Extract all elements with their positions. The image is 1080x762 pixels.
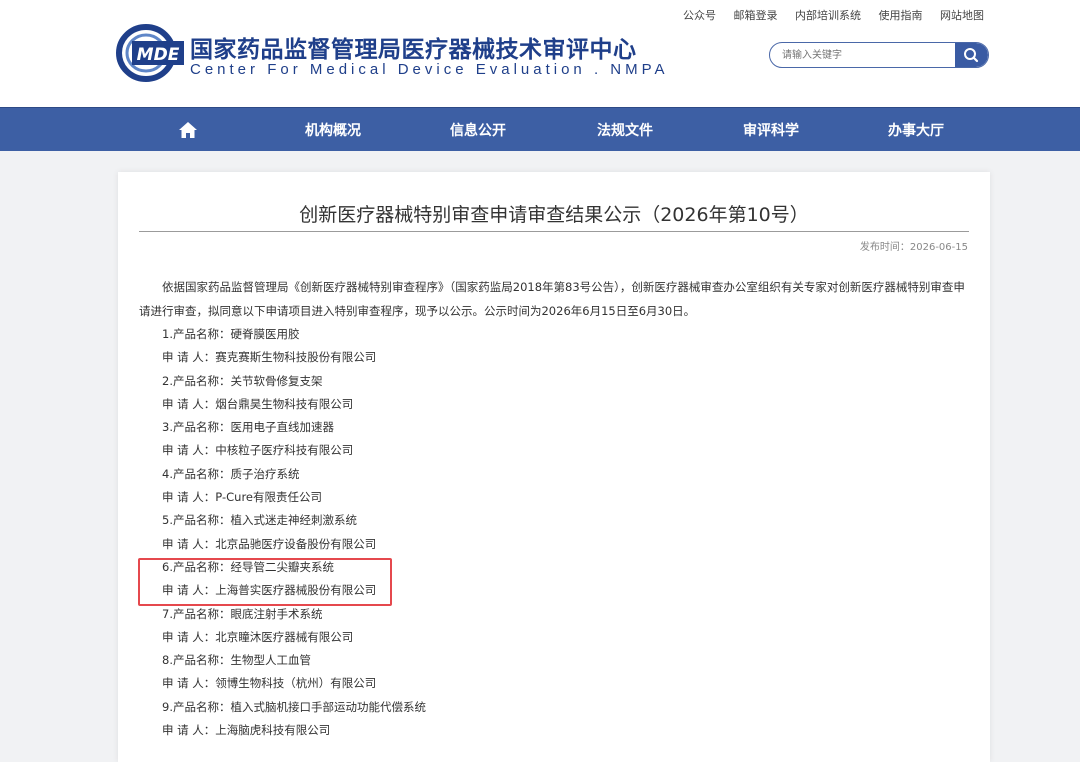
top-link-sitemap[interactable]: 网站地图 [940, 9, 984, 22]
item-1-product: 1.产品名称：硬脊膜医用胶 [162, 327, 300, 341]
item-2-product: 2.产品名称：关节软骨修复支架 [162, 374, 323, 388]
item-4-applicant: 申 请 人：P-Cure有限责任公司 [162, 490, 323, 504]
item-3-product: 3.产品名称：医用电子直线加速器 [162, 420, 334, 434]
highlight-box [138, 558, 392, 606]
item-8-product: 8.产品名称：生物型人工血管 [162, 653, 311, 667]
article-title: 创新医疗器械特别审查申请审查结果公示（2026年第10号） [299, 204, 809, 226]
search-box [769, 42, 989, 68]
title-divider [139, 231, 969, 232]
item-9-product: 9.产品名称：植入式脑机接口手部运动功能代偿系统 [162, 700, 426, 714]
item-4-product: 4.产品名称：质子治疗系统 [162, 467, 300, 481]
article-intro: 依据国家药品监督管理局《创新医疗器械特别审查程序》（国家药监局2018年第83号… [139, 280, 965, 318]
top-link-user-guide[interactable]: 使用指南 [879, 9, 923, 22]
search-icon [964, 48, 979, 63]
home-icon[interactable] [177, 120, 199, 140]
publish-date: 发布时间：2026-06-15 [859, 242, 968, 253]
item-5-applicant: 申 请 人：北京品驰医疗设备股份有限公司 [162, 537, 377, 551]
item-1-applicant: 申 请 人：赛克赛斯生物科技股份有限公司 [162, 350, 377, 364]
search-input[interactable] [780, 46, 944, 64]
item-7-product: 7.产品名称：眼底注射手术系统 [162, 607, 323, 621]
item-3-applicant: 申 请 人：中核粒子医疗科技有限公司 [162, 443, 354, 457]
nav-item-about[interactable]: 机构概况 [305, 120, 361, 140]
top-link-internal-training[interactable]: 内部培训系统 [795, 9, 861, 22]
article-card: 创新医疗器械特别审查申请审查结果公示（2026年第10号） 发布时间：2026-… [118, 172, 990, 762]
top-link-email-login[interactable]: 邮箱登录 [734, 9, 778, 22]
item-2-applicant: 申 请 人：烟台鼎昊生物科技有限公司 [162, 397, 354, 411]
mde-logo[interactable]: MDE [116, 24, 186, 82]
site-name-en: Center For Medical Device Evaluation . N… [190, 61, 669, 78]
nav-item-service-hall[interactable]: 办事大厅 [888, 120, 944, 140]
item-7-applicant: 申 请 人：北京瞳沐医疗器械有限公司 [162, 630, 354, 644]
site-name-cn: 国家药品监督管理局医疗器械技术审评中心 [190, 37, 637, 63]
item-5-product: 5.产品名称：植入式迷走神经刺激系统 [162, 513, 357, 527]
nav-item-info-disclosure[interactable]: 信息公开 [450, 120, 506, 140]
main-nav: 机构概况 信息公开 法规文件 审评科学 办事大厅 [0, 107, 1080, 151]
site-header: 公众号 邮箱登录 内部培训系统 使用指南 网站地图 MDE 国家药品监督管理局医… [0, 0, 1080, 107]
nav-item-review-science[interactable]: 审评科学 [743, 120, 799, 140]
item-8-applicant: 申 请 人：领博生物科技（杭州）有限公司 [162, 676, 377, 690]
nav-item-regulations[interactable]: 法规文件 [597, 120, 653, 140]
logo-text: MDE [137, 45, 180, 65]
top-links: 公众号 邮箱登录 内部培训系统 使用指南 网站地图 [669, 7, 984, 23]
search-button[interactable] [955, 43, 988, 67]
item-9-applicant: 申 请 人：上海脑虎科技有限公司 [162, 723, 331, 737]
top-link-wechat[interactable]: 公众号 [683, 9, 716, 22]
